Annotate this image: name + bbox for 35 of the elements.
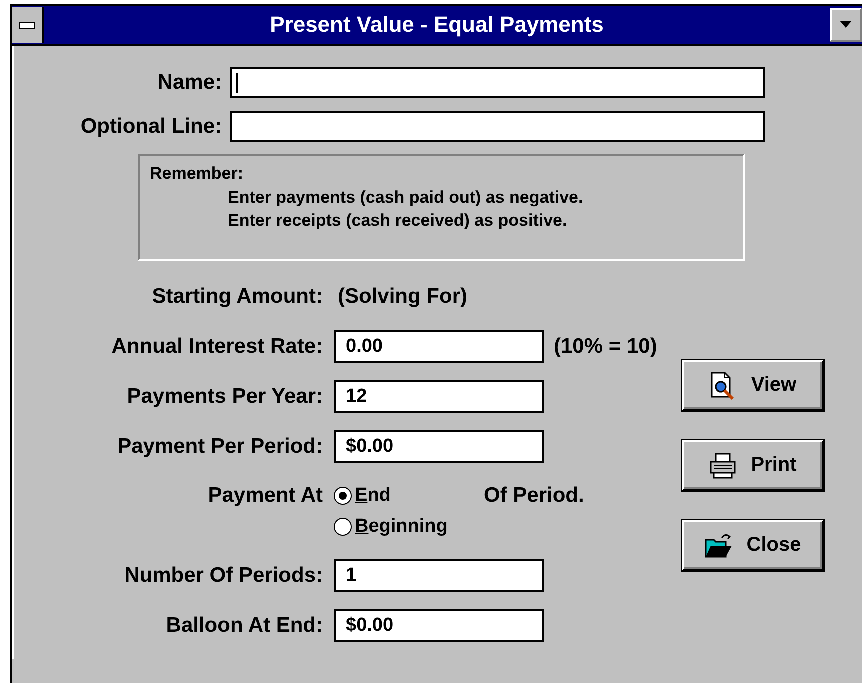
open-folder-icon [704,532,733,560]
input-field[interactable] [230,67,765,98]
suffix-text: Of Period. [484,483,584,509]
field-label: Payment At [207,483,324,509]
down-arrow-icon [840,21,852,29]
field-label: Number Of Periods: [124,564,324,588]
window-title: Present Value - Equal Payments [269,12,605,38]
notice-text: Enter receipts (cash received) as positive. [227,211,568,231]
radio-button[interactable] [334,486,352,504]
input-field[interactable]: $0.00 [334,609,544,642]
view-button[interactable]: View [682,360,824,411]
notice-heading: Remember: [150,164,245,184]
field-label: Payments Per Year: [126,384,324,408]
radio-label[interactable]: End [355,484,391,506]
field-label: Name: [156,70,223,94]
dropdown-button[interactable] [830,8,862,42]
input-field[interactable]: $0.00 [334,430,544,463]
radio-button[interactable] [334,518,352,536]
input-field[interactable]: 12 [334,380,544,413]
field-label: Optional Line: [80,114,223,138]
printer-icon [709,452,738,480]
input-field[interactable]: 0.00 [334,330,544,363]
field-label: Annual Interest Rate: [110,334,324,358]
input-field[interactable] [230,111,765,142]
field-label: Starting Amount: [151,284,324,308]
notice-text: Enter payments (cash paid out) as negative. [227,188,584,208]
field-label: Balloon At End: [165,614,324,638]
radio-label[interactable]: Beginning [355,516,448,538]
close-button[interactable]: Close [682,520,824,571]
input-field[interactable]: 1 [334,559,544,592]
system-menu-button[interactable] [12,7,44,43]
field-label: Payment Per Period: [116,434,324,458]
print-button[interactable]: Print [682,440,824,491]
value-text: (Solving For) [337,284,468,308]
hint-text: (10% = 10) [553,334,658,358]
